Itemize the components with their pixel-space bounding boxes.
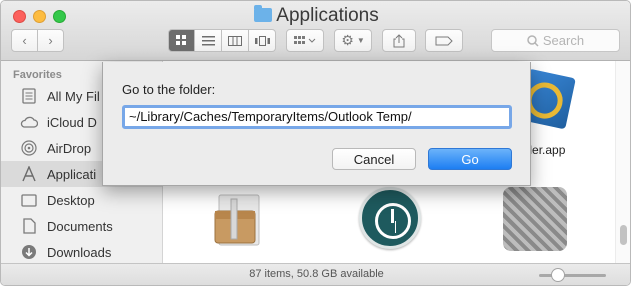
arrange-grid-icon <box>294 35 316 44</box>
sidebar-item-documents[interactable]: Documents <box>1 213 162 239</box>
folder-icon <box>254 5 273 22</box>
share-button[interactable] <box>382 29 416 52</box>
window-title-text: Applications <box>276 5 379 26</box>
tag-icon <box>435 36 453 45</box>
icon-size-slider-knob[interactable] <box>551 268 565 282</box>
finder-window: Applications ‹ › ⚙ ▼ Search Favorites Al… <box>0 0 631 286</box>
sidebar-item-label: Downloads <box>47 244 112 260</box>
chevron-left-icon: ‹ <box>22 33 27 48</box>
scrollbar-thumb[interactable] <box>620 225 627 245</box>
share-icon <box>393 33 405 47</box>
go-button[interactable]: Go <box>428 148 512 170</box>
window-title: Applications <box>1 5 630 27</box>
go-to-folder-dialog: Go to the folder: ~/Library/Caches/Tempo… <box>102 62 531 186</box>
chevron-down-icon: ▼ <box>356 36 365 45</box>
sidebar-item-label: iCloud D <box>47 114 97 130</box>
forward-button[interactable]: › <box>37 29 64 52</box>
icon-size-slider[interactable] <box>539 274 606 277</box>
status-bar: 87 items, 50.8 GB available <box>1 263 630 285</box>
all-files-icon <box>20 87 38 105</box>
back-button[interactable]: ‹ <box>11 29 38 52</box>
sidebar-item-label: Documents <box>47 218 113 234</box>
list-icon <box>201 35 215 45</box>
sidebar-item-desktop[interactable]: Desktop <box>1 187 162 213</box>
icloud-icon <box>20 113 38 131</box>
action-button[interactable]: ⚙ ▼ <box>334 29 372 52</box>
status-text: 87 items, 50.8 GB available <box>249 268 384 280</box>
list-view-button[interactable] <box>195 29 222 52</box>
arrange-button[interactable] <box>286 29 324 52</box>
go-to-folder-label: Go to the folder: <box>122 82 216 97</box>
vertical-scrollbar[interactable] <box>615 61 630 263</box>
chevron-right-icon: › <box>48 33 53 48</box>
tag-button[interactable] <box>425 29 463 52</box>
sidebar-item-downloads[interactable]: Downloads <box>1 239 162 265</box>
cover-flow-icon <box>254 35 270 46</box>
sidebar-item-label: AirDrop <box>47 140 92 156</box>
column-view-button[interactable] <box>222 29 249 52</box>
gear-icon: ⚙ <box>341 32 354 48</box>
cancel-button[interactable]: Cancel <box>332 148 416 170</box>
sidebar-item-label: Applicati <box>47 166 97 182</box>
folder-path-input[interactable]: ~/Library/Caches/TemporaryItems/Outlook … <box>122 105 512 129</box>
documents-icon <box>20 217 38 235</box>
desktop-icon <box>20 191 38 209</box>
sidebar-heading-favorites: Favorites <box>13 69 62 81</box>
grid-icon <box>176 35 186 45</box>
sidebar-item-label: Desktop <box>47 192 95 208</box>
icon-view-button[interactable] <box>168 29 195 52</box>
time-machine-icon[interactable] <box>359 187 421 249</box>
search-icon <box>527 34 539 47</box>
view-mode-segmented-control <box>168 29 276 52</box>
search-placeholder: Search <box>542 33 585 48</box>
archive-utility-icon[interactable] <box>209 189 269 249</box>
cover-flow-view-button[interactable] <box>249 29 276 52</box>
applications-icon <box>20 165 38 183</box>
downloads-icon <box>20 243 38 261</box>
toolbar: Applications ‹ › ⚙ ▼ Search <box>1 1 630 61</box>
airdrop-icon <box>20 139 38 157</box>
columns-icon <box>228 35 242 46</box>
directory-utility-icon[interactable] <box>503 187 567 251</box>
search-field[interactable]: Search <box>491 29 620 52</box>
sidebar-item-label: All My Fil <box>47 88 100 104</box>
